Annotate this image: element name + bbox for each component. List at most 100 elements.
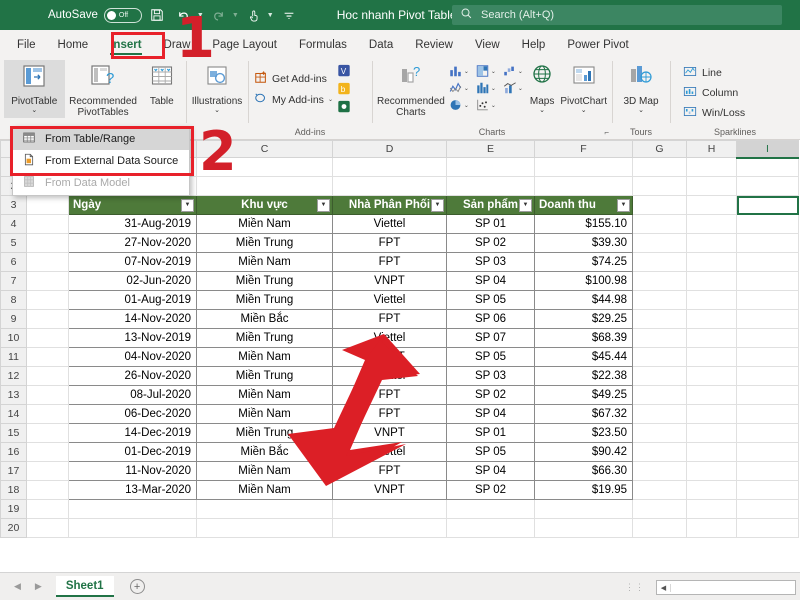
cell-revenue-16[interactable]: $90.42 [534, 442, 633, 462]
cell-b19[interactable] [68, 499, 197, 519]
3d-map-button[interactable]: 3D Map ⌄ [616, 60, 666, 118]
filter-dropdown-icon-ngay[interactable]: ▼ [181, 199, 194, 212]
row-header-5[interactable]: 5 [0, 233, 27, 253]
cell-h11[interactable] [686, 347, 737, 367]
cell-a9[interactable] [26, 309, 69, 329]
cell-distributor-5[interactable]: FPT [332, 233, 447, 253]
cell-distributor-8[interactable]: Viettel [332, 290, 447, 310]
cell-product-11[interactable]: SP 05 [446, 347, 535, 367]
cell-date-10[interactable]: 13-Nov-2019 [68, 328, 197, 348]
cell-product-13[interactable]: SP 02 [446, 385, 535, 405]
tab-insert[interactable]: Insert [99, 35, 152, 56]
column-header-g[interactable]: G [632, 140, 687, 158]
cell-h10[interactable] [686, 328, 737, 348]
pivottable-button[interactable]: PivotTable ⌄ [4, 60, 65, 119]
cell-product-4[interactable]: SP 01 [446, 214, 535, 234]
cell-f1[interactable] [534, 157, 633, 177]
cell-revenue-18[interactable]: $19.95 [534, 480, 633, 500]
cell-date-17[interactable]: 11-Nov-2020 [68, 461, 197, 481]
cell-a8[interactable] [26, 290, 69, 310]
cell-f2[interactable] [534, 176, 633, 196]
cell-i10[interactable] [736, 328, 799, 348]
cell-revenue-11[interactable]: $45.44 [534, 347, 633, 367]
cell-date-8[interactable]: 01-Aug-2019 [68, 290, 197, 310]
cell-a6[interactable] [26, 252, 69, 272]
cell-region-13[interactable]: Miền Nam [196, 385, 333, 405]
cell-region-14[interactable]: Miền Nam [196, 404, 333, 424]
cell-i7[interactable] [736, 271, 799, 291]
cell-g14[interactable] [632, 404, 687, 424]
cell-date-9[interactable]: 14-Nov-2020 [68, 309, 197, 329]
cell-i19[interactable] [736, 499, 799, 519]
cell-product-15[interactable]: SP 01 [446, 423, 535, 443]
cell-region-10[interactable]: Miền Trung [196, 328, 333, 348]
cell-e1[interactable] [446, 157, 535, 177]
cell-revenue-13[interactable]: $49.25 [534, 385, 633, 405]
cell-i5[interactable] [736, 233, 799, 253]
row-header-8[interactable]: 8 [0, 290, 27, 310]
sparkline-winloss-button[interactable]: Win/Loss [680, 103, 748, 123]
cell-a14[interactable] [26, 404, 69, 424]
cell-h9[interactable] [686, 309, 737, 329]
cell-a12[interactable] [26, 366, 69, 386]
autosave-toggle[interactable]: Off [103, 7, 142, 23]
cell-h6[interactable] [686, 252, 737, 272]
cell-g8[interactable] [632, 290, 687, 310]
get-addins-button[interactable]: Get Add-ins [252, 68, 335, 89]
table-header-khuvuc[interactable]: Khu vực ▼ [196, 195, 333, 215]
cell-a11[interactable] [26, 347, 69, 367]
save-icon[interactable] [145, 3, 169, 27]
tab-view[interactable]: View [464, 35, 511, 56]
cell-g5[interactable] [632, 233, 687, 253]
cell-date-16[interactable]: 01-Dec-2019 [68, 442, 197, 462]
cell-e19[interactable] [446, 499, 535, 519]
cell-g9[interactable] [632, 309, 687, 329]
cell-distributor-9[interactable]: FPT [332, 309, 447, 329]
row-header-20[interactable]: 20 [0, 518, 27, 538]
tab-help[interactable]: Help [511, 35, 557, 56]
row-header-6[interactable]: 6 [0, 252, 27, 272]
cell-region-16[interactable]: Miền Bắc [196, 442, 333, 462]
cell-i8[interactable] [736, 290, 799, 310]
cell-revenue-10[interactable]: $68.39 [534, 328, 633, 348]
table-header-sanpham[interactable]: Sản phẩm ▼ [446, 195, 535, 215]
cell-product-14[interactable]: SP 04 [446, 404, 535, 424]
menu-item-from-external-data-source[interactable]: From External Data Source [13, 150, 189, 172]
recommended-charts-button[interactable]: ? Recommended Charts [376, 60, 446, 122]
cell-h15[interactable] [686, 423, 737, 443]
column-header-f[interactable]: F [534, 140, 633, 158]
illustrations-caret[interactable]: ⌄ [214, 107, 220, 115]
cell-revenue-6[interactable]: $74.25 [534, 252, 633, 272]
cell-h1[interactable] [686, 157, 737, 177]
hierarchy-chart-icon[interactable]: ⌄ [473, 63, 498, 79]
my-addins-caret[interactable]: ⌄ [328, 96, 333, 103]
3d-map-caret[interactable]: ⌄ [638, 107, 644, 115]
cell-product-10[interactable]: SP 07 [446, 328, 535, 348]
cell-a20[interactable] [26, 518, 69, 538]
cell-g7[interactable] [632, 271, 687, 291]
cell-distributor-6[interactable]: FPT [332, 252, 447, 272]
cell-i17[interactable] [736, 461, 799, 481]
table-header-nhaphanphoi[interactable]: Nhà Phân Phối ▼ [332, 195, 447, 215]
tab-data[interactable]: Data [358, 35, 404, 56]
cell-i16[interactable] [736, 442, 799, 462]
cell-distributor-18[interactable]: VNPT [332, 480, 447, 500]
table-header-doanhthu[interactable]: Doanh thu ▼ [534, 195, 633, 215]
cell-date-5[interactable]: 27-Nov-2020 [68, 233, 197, 253]
cell-date-4[interactable]: 31-Aug-2019 [68, 214, 197, 234]
row-header-15[interactable]: 15 [0, 423, 27, 443]
cell-date-11[interactable]: 04-Nov-2020 [68, 347, 197, 367]
chevron-right-icon[interactable]: ▶ [35, 581, 42, 592]
cell-region-11[interactable]: Miền Nam [196, 347, 333, 367]
scroll-left-icon[interactable]: ◀ [657, 583, 671, 592]
my-addins-button[interactable]: My Add-ins ⌄ [252, 89, 335, 110]
cell-date-15[interactable]: 14-Dec-2019 [68, 423, 197, 443]
cell-a13[interactable] [26, 385, 69, 405]
filter-dropdown-icon-nhaphanphoi[interactable]: ▼ [431, 199, 444, 212]
customize-toolbar-icon[interactable] [277, 3, 301, 27]
column-header-h[interactable]: H [686, 140, 737, 158]
cell-g19[interactable] [632, 499, 687, 519]
cell-g12[interactable] [632, 366, 687, 386]
cell-revenue-8[interactable]: $44.98 [534, 290, 633, 310]
search-input[interactable]: Search (Alt+Q) [481, 9, 554, 21]
